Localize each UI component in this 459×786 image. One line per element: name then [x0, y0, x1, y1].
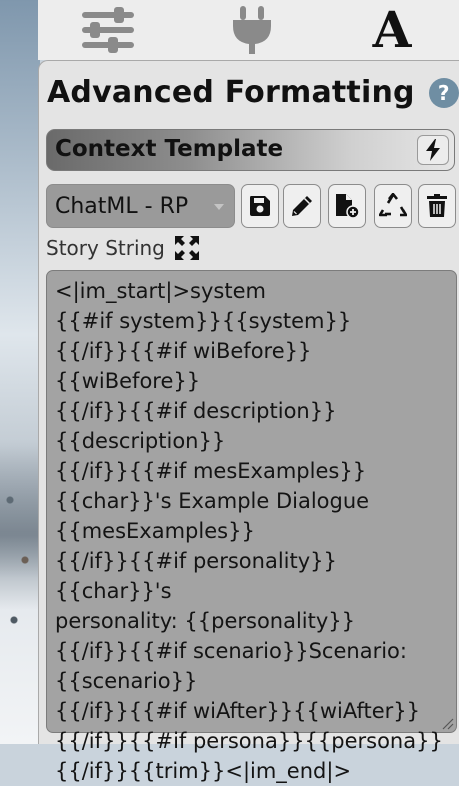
trash-icon: [427, 194, 447, 217]
file-add-icon: [336, 194, 360, 219]
save-icon: [250, 196, 270, 216]
tab-api-connections[interactable]: [222, 4, 282, 56]
recycle-icon: [379, 193, 407, 217]
sliders-icon: [82, 7, 134, 53]
panel-header: Advanced Formatting ?: [47, 75, 459, 110]
story-string-label: Story String: [46, 236, 165, 260]
story-string-header: Story String: [46, 236, 199, 260]
top-nav-bar: A: [38, 0, 459, 60]
expand-arrows-icon[interactable]: [174, 236, 199, 260]
context-template-header[interactable]: Context Template: [46, 129, 455, 171]
context-preset-select[interactable]: ChatML - RP: [46, 184, 235, 228]
preset-controls: ChatML - RP: [46, 184, 458, 228]
plug-icon: [233, 6, 271, 54]
advanced-formatting-panel: Advanced Formatting ? Context Template C…: [38, 60, 459, 783]
preset-value: ChatML - RP: [55, 193, 189, 219]
auto-select-button[interactable]: [417, 135, 449, 165]
chevron-down-icon: [214, 204, 224, 210]
story-string-textarea[interactable]: <|im_start|>system {{#if system}}{{syste…: [46, 270, 457, 783]
bolt-icon: [426, 139, 440, 161]
background-scenery: [0, 0, 40, 744]
import-preset-button[interactable]: [328, 184, 366, 228]
rename-button[interactable]: [283, 184, 321, 228]
section-title: Context Template: [55, 136, 284, 162]
save-button[interactable]: [241, 184, 279, 228]
tab-ai-response-configuration[interactable]: [78, 4, 138, 56]
tab-advanced-formatting[interactable]: A: [362, 4, 422, 56]
restore-default-button[interactable]: [374, 184, 412, 228]
question-circle-icon[interactable]: ?: [428, 77, 459, 108]
resize-handle-icon[interactable]: [440, 716, 454, 730]
pencil-icon: [292, 196, 312, 216]
page-title: Advanced Formatting: [47, 75, 415, 110]
font-a-icon: A: [372, 0, 412, 59]
story-string-content: <|im_start|>system {{#if system}}{{syste…: [55, 279, 443, 783]
delete-preset-button[interactable]: [418, 184, 456, 228]
